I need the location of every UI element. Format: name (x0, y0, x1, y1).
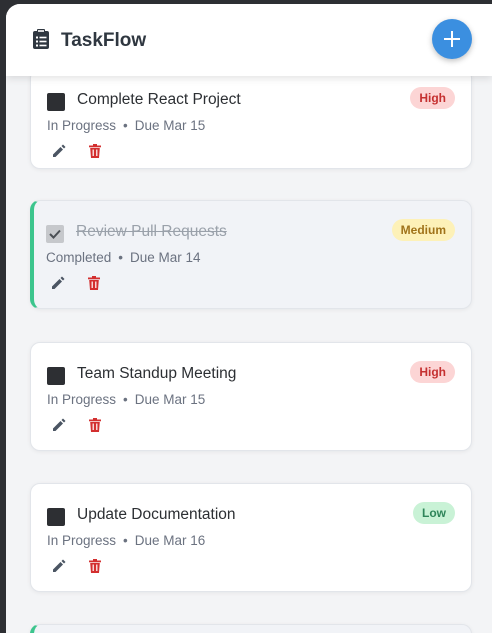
trash-icon (89, 418, 101, 432)
edit-button[interactable] (51, 558, 67, 574)
task-meta: In Progress • Due Mar 15 (47, 392, 205, 407)
delete-button[interactable] (87, 558, 103, 574)
delete-button[interactable] (87, 143, 103, 159)
task-status: In Progress (47, 118, 117, 133)
add-task-button[interactable] (432, 19, 472, 59)
task-status: Completed (46, 250, 112, 265)
task-title: Team Standup Meeting (77, 365, 237, 382)
pencil-icon (52, 276, 65, 289)
task-card[interactable]: Update Documentation Low In Progress • Due… (30, 483, 472, 592)
delete-button[interactable] (87, 417, 103, 433)
app-header: TaskFlow (6, 4, 492, 76)
task-due-date: Due Mar 16 (134, 533, 206, 548)
delete-button[interactable] (86, 275, 102, 291)
task-due-date: Due Mar 15 (134, 118, 206, 133)
task-card[interactable]: Team Standup Meeting High In Progress • Du… (30, 342, 472, 451)
app-title: TaskFlow (61, 30, 147, 51)
task-actions (51, 558, 103, 574)
task-card-partial[interactable] (30, 624, 472, 633)
meta-separator: • (123, 118, 128, 133)
clipboard-icon (33, 29, 49, 49)
task-checkbox[interactable] (47, 367, 65, 385)
task-actions (51, 143, 103, 159)
meta-separator: • (123, 533, 128, 548)
trash-icon (89, 144, 101, 158)
priority-badge: High (410, 361, 455, 383)
meta-separator: • (123, 392, 128, 407)
task-checkbox[interactable] (46, 225, 64, 243)
task-actions (50, 275, 102, 291)
trash-icon (88, 276, 100, 290)
priority-badge: Medium (391, 219, 455, 241)
priority-badge: High (410, 87, 455, 109)
priority-badge: Low (413, 502, 455, 524)
task-meta: In Progress • Due Mar 15 (47, 118, 205, 133)
app-window: TaskFlow Complete React Project High In … (6, 4, 492, 633)
pencil-icon (53, 418, 66, 431)
edit-button[interactable] (50, 275, 66, 291)
plus-icon (444, 31, 460, 47)
task-card[interactable]: Review Pull Requests Medium Completed • Du… (30, 200, 472, 309)
task-title: Update Documentation (77, 506, 236, 523)
task-checkbox[interactable] (47, 508, 65, 526)
task-title: Review Pull Requests (76, 223, 227, 240)
edit-button[interactable] (51, 417, 67, 433)
task-meta: In Progress • Due Mar 16 (47, 533, 205, 548)
task-actions (51, 417, 103, 433)
task-status: In Progress (47, 533, 117, 548)
trash-icon (89, 559, 101, 573)
pencil-icon (53, 559, 66, 572)
task-title: Complete React Project (77, 91, 241, 108)
task-card[interactable]: Complete React Project High In Progress •… (30, 68, 472, 169)
edit-button[interactable] (51, 143, 67, 159)
task-status: In Progress (47, 392, 117, 407)
check-icon (49, 229, 61, 239)
task-meta: Completed • Due Mar 14 (46, 250, 201, 265)
task-due-date: Due Mar 14 (130, 250, 201, 265)
task-checkbox[interactable] (47, 93, 65, 111)
task-due-date: Due Mar 15 (134, 392, 206, 407)
meta-separator: • (118, 250, 124, 265)
pencil-icon (53, 144, 66, 157)
